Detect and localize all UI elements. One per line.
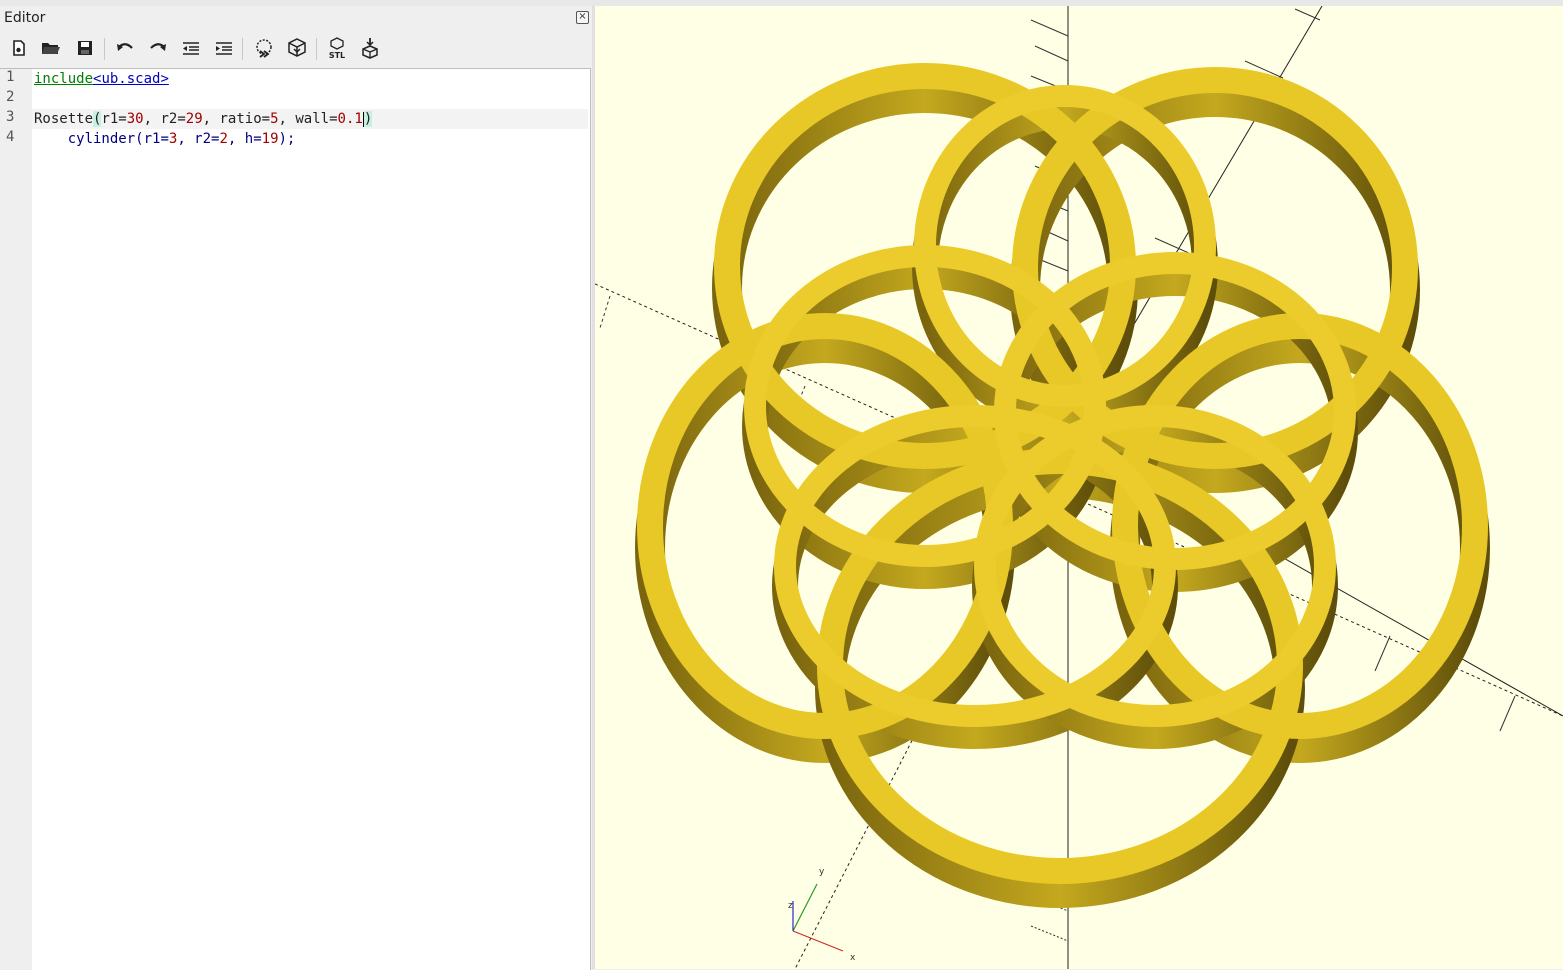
3d-viewport[interactable]: y z x <box>595 6 1563 969</box>
new-file-icon[interactable] <box>5 34 33 62</box>
toolbar-separator <box>316 38 317 60</box>
arg-r1: r1= <box>101 111 127 127</box>
arg-r1: r1= <box>143 131 169 147</box>
close-editor-button[interactable]: × <box>576 11 589 24</box>
arg-ratio: , ratio= <box>202 111 271 127</box>
arg-r2: , r2= <box>143 111 186 127</box>
arg-wall: , wall= <box>278 111 338 127</box>
value-wall: 0.1 <box>337 111 363 127</box>
render-icon[interactable] <box>283 34 311 62</box>
code-line-4[interactable]: cylinder(r1=3, r2=2, h=19); <box>34 129 296 149</box>
line-number-gutter: 1 2 3 4 <box>0 69 32 970</box>
toolbar-separator <box>104 38 105 60</box>
module-name: Rosette <box>34 111 94 127</box>
preview-icon[interactable] <box>250 34 278 62</box>
undo-icon[interactable] <box>111 34 139 62</box>
close-paren-semicolon: ); <box>278 131 296 147</box>
axes-indicator: y z x <box>788 867 856 963</box>
value-r2: 29 <box>185 111 203 127</box>
export-stl-icon[interactable]: STL <box>323 34 351 62</box>
viewport-canvas[interactable]: y z x <box>595 6 1563 969</box>
code-line-1[interactable]: include<ub.scad> <box>34 69 169 89</box>
arg-h: , h= <box>227 131 262 147</box>
line-number: 1 <box>6 69 15 85</box>
code-line-3[interactable]: Rosette(r1=30, r2=29, ratio=5, wall=0.1) <box>34 109 373 129</box>
editor-toolbar: STL <box>0 34 592 66</box>
arg-r2: , r2= <box>177 131 220 147</box>
value-r1: 30 <box>126 111 144 127</box>
function-name: cylinder <box>67 131 136 147</box>
editor-panel: Editor × STL 1 2 3 4 include<ub.scad> Ro… <box>0 6 592 970</box>
include-keyword: include <box>34 71 94 87</box>
x-axis-label: x <box>850 953 856 963</box>
redo-icon[interactable] <box>144 34 172 62</box>
value-ratio: 5 <box>270 111 279 127</box>
unindent-icon[interactable] <box>177 34 205 62</box>
save-file-icon[interactable] <box>71 34 99 62</box>
rosette-model[interactable] <box>635 63 1490 908</box>
send-to-print-icon[interactable] <box>356 34 384 62</box>
line-number: 4 <box>6 129 15 145</box>
value-h: 19 <box>261 131 279 147</box>
line-number: 3 <box>6 109 15 125</box>
value-r2: 2 <box>219 131 228 147</box>
stl-label: STL <box>329 51 345 59</box>
open-file-icon[interactable] <box>37 34 65 62</box>
indent-icon[interactable] <box>210 34 238 62</box>
z-axis-label: z <box>788 901 793 911</box>
code-editor[interactable]: 1 2 3 4 include<ub.scad> Rosette(r1=30, … <box>0 68 591 970</box>
toolbar-separator <box>242 38 243 60</box>
include-path-link[interactable]: <ub.scad> <box>93 71 169 87</box>
editor-title: Editor <box>4 10 46 26</box>
close-paren: ) <box>363 111 373 127</box>
line-number: 2 <box>6 89 15 105</box>
y-axis-label: y <box>819 867 825 877</box>
open-paren: ( <box>135 131 144 147</box>
